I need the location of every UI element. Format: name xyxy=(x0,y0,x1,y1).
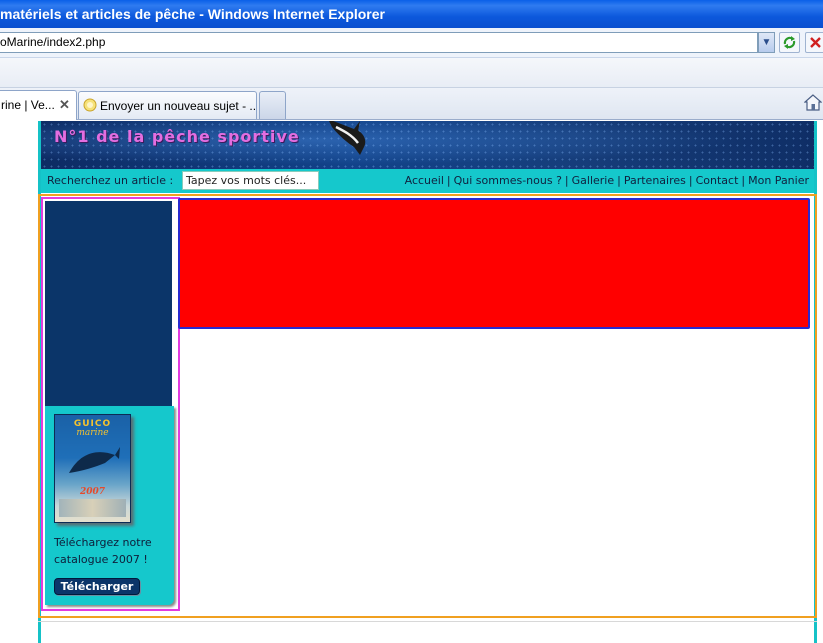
home-icon[interactable] xyxy=(804,94,822,111)
banner-slogan: N°1 de la pêche sportive xyxy=(54,127,300,146)
refresh-button[interactable] xyxy=(779,32,800,53)
search-label: Recherchez un article : xyxy=(47,174,174,187)
address-bar-row: oMarine/index2.php ▼ xyxy=(0,28,823,58)
page-loading-icon xyxy=(83,98,97,112)
search-input[interactable]: Tapez vos mots clés... xyxy=(182,171,319,190)
web-page: N°1 de la pêche sportive Recherchez un a… xyxy=(0,121,823,643)
main-content-block xyxy=(178,198,810,329)
tab-new-topic[interactable]: Envoyer un nouveau sujet - ... xyxy=(78,91,257,119)
search-nav-bar: Recherchez un article : Tapez vos mots c… xyxy=(41,169,814,193)
address-input[interactable]: oMarine/index2.php xyxy=(0,32,758,53)
browser-toolbar xyxy=(0,58,823,88)
catalog-box: GUICO marine 2007 Téléchargez notre cata… xyxy=(45,406,174,605)
address-dropdown-icon[interactable]: ▼ xyxy=(758,32,775,53)
main-nav: Accueil | Qui sommes-nous ? | Gallerie | Parte… xyxy=(405,174,809,187)
nav-link-qui-sommes-nous[interactable]: Qui sommes-nous ? xyxy=(454,174,562,187)
site-container: N°1 de la pêche sportive Recherchez un a… xyxy=(38,121,817,643)
site-banner: N°1 de la pêche sportive xyxy=(41,121,814,169)
catalog-products-strip xyxy=(59,499,126,517)
catalog-text: Téléchargez notre catalogue 2007 ! xyxy=(54,536,152,566)
nav-link-mon-panier[interactable]: Mon Panier xyxy=(748,174,809,187)
catalog-year: 2007 xyxy=(79,487,106,497)
nav-link-contact[interactable]: Contact xyxy=(696,174,739,187)
nav-link-accueil[interactable]: Accueil xyxy=(405,174,444,187)
nav-link-partenaires[interactable]: Partenaires xyxy=(624,174,686,187)
nav-separator: | xyxy=(446,174,451,187)
marlin-logo-icon xyxy=(329,121,366,155)
tab-new[interactable] xyxy=(259,91,286,119)
nav-link-gallerie[interactable]: Gallerie xyxy=(572,174,615,187)
footer-divider xyxy=(38,621,817,622)
tab-row: rine | Ve... ✕ Envoyer un nouveau sujet … xyxy=(0,88,823,120)
window-title-bar: matériels et articles de pêche - Windows… xyxy=(0,0,823,28)
tab-label: rine | Ve... xyxy=(1,98,55,112)
catalog-cover-image[interactable]: GUICO marine 2007 xyxy=(54,414,131,523)
tab-close-icon[interactable]: ✕ xyxy=(59,92,70,118)
tab-active[interactable]: rine | Ve... ✕ xyxy=(0,90,77,120)
content-area: GUICO marine 2007 Téléchargez notre cata… xyxy=(38,194,817,618)
nav-separator: | xyxy=(564,174,569,187)
sidebar: GUICO marine 2007 Téléchargez notre cata… xyxy=(41,197,180,611)
close-icon xyxy=(810,37,821,48)
fish-illustration-icon xyxy=(69,447,120,473)
refresh-icon xyxy=(783,36,796,49)
download-catalog-button[interactable]: Télécharger xyxy=(54,578,140,595)
sidebar-menu-block xyxy=(45,201,172,406)
catalog-brand-sub: marine xyxy=(76,428,109,438)
nav-separator: | xyxy=(617,174,621,187)
nav-separator: | xyxy=(688,174,693,187)
stop-button[interactable] xyxy=(805,32,823,53)
tab-label: Envoyer un nouveau sujet - ... xyxy=(100,99,257,113)
nav-separator: | xyxy=(741,174,746,187)
window-title: matériels et articles de pêche - Windows… xyxy=(0,6,385,22)
